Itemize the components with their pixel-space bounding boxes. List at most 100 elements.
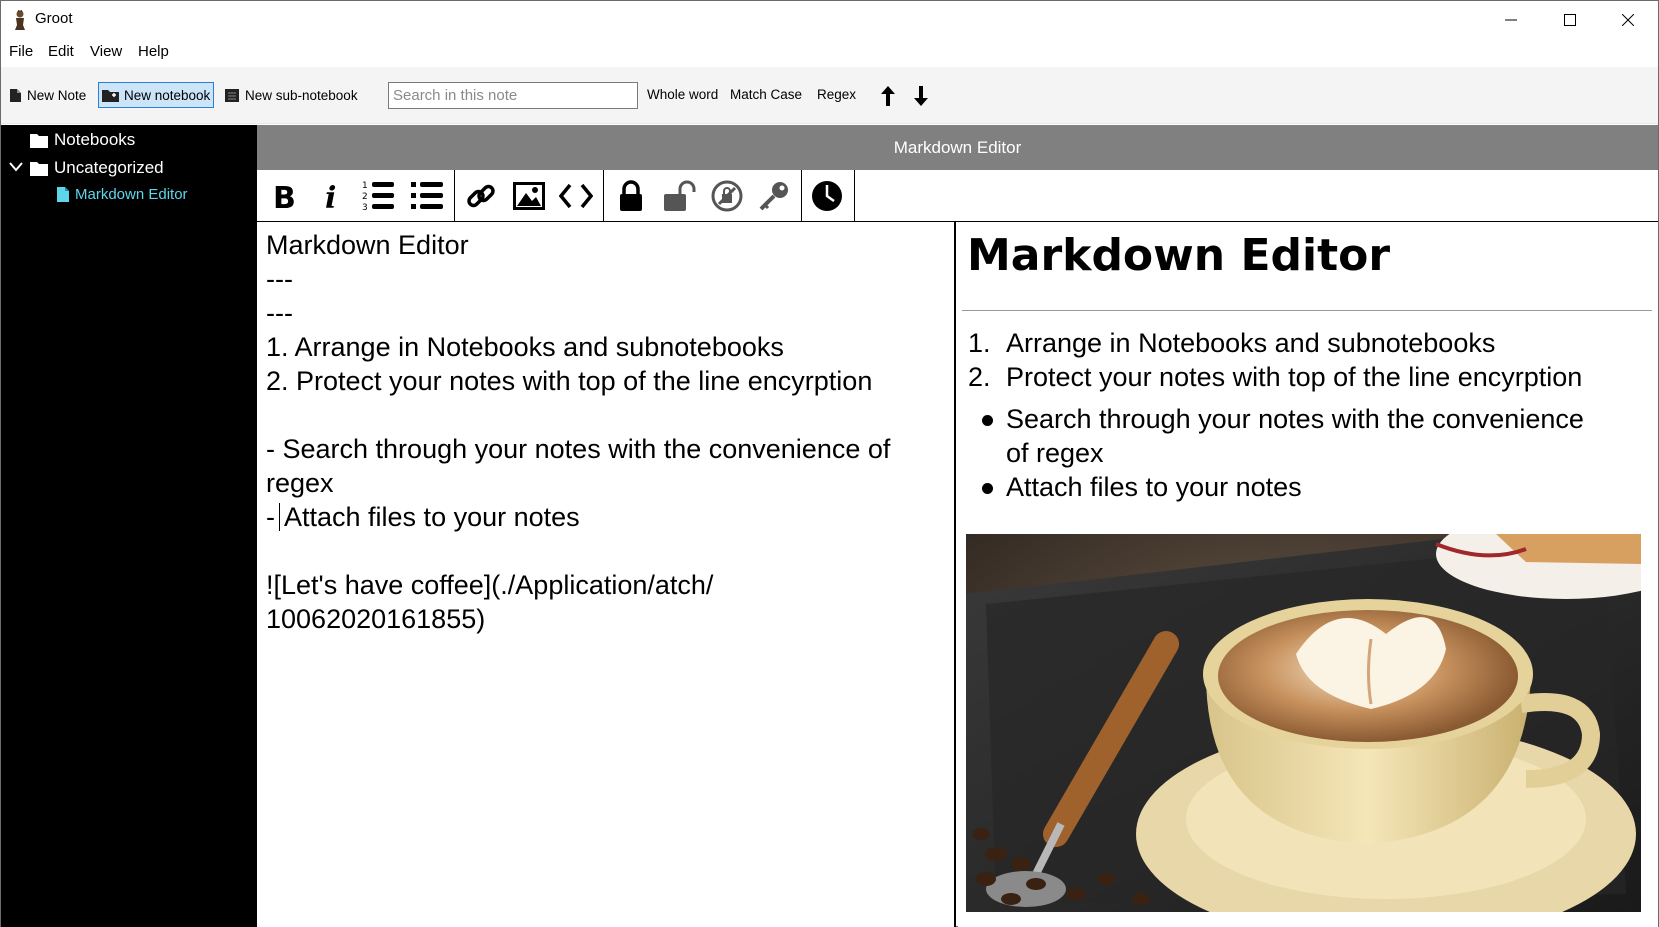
unlock-button[interactable]	[657, 176, 701, 216]
text-caret	[279, 503, 280, 531]
close-button[interactable]	[1599, 1, 1657, 39]
svg-text:2: 2	[362, 192, 368, 202]
bullet-list-button[interactable]	[405, 176, 449, 216]
svg-text:3: 3	[362, 203, 368, 213]
italic-icon: i	[325, 181, 336, 211]
toolbar-divider	[801, 170, 802, 221]
toolbar-divider	[854, 170, 855, 221]
folder-icon	[30, 161, 48, 176]
tree-item-label: Uncategorized	[54, 158, 164, 177]
svg-text:i: i	[325, 181, 336, 211]
groot-app-icon	[15, 10, 25, 30]
new-note-label: New Note	[27, 87, 87, 103]
maximize-button[interactable]	[1541, 1, 1599, 39]
bold-button[interactable]: B	[261, 176, 305, 216]
link-button[interactable]	[459, 176, 503, 216]
source-line: 1. Arrange in Notebooks and subnotebooks	[266, 332, 784, 362]
search-previous-button[interactable]	[877, 83, 899, 109]
menu-view[interactable]: View	[90, 43, 122, 60]
tree-item-notebooks[interactable]: Notebooks	[30, 130, 135, 150]
lock-icon	[620, 180, 642, 211]
key-icon	[759, 182, 788, 211]
menu-file[interactable]: File	[9, 43, 33, 60]
source-line: 2. Protect your notes with top of the li…	[266, 366, 873, 396]
folder-icon	[30, 133, 48, 148]
bullet-list-icon	[411, 182, 443, 209]
format-toolbar: B i 1 2 3	[257, 170, 1658, 222]
new-note-icon	[10, 88, 21, 102]
source-line: 10062020161855)	[266, 604, 486, 634]
tree-item-markdown-editor[interactable]: Markdown Editor	[57, 186, 188, 203]
new-notebook-label: New notebook	[124, 87, 211, 103]
preview-bullet-item: Search through your notes with the conve…	[968, 402, 1608, 470]
preview-bullet-list: Search through your notes with the conve…	[968, 402, 1608, 504]
source-line	[266, 534, 946, 568]
image-icon	[513, 182, 545, 210]
encrypt-button[interactable]	[609, 176, 653, 216]
bold-icon: B	[273, 181, 295, 211]
new-note-button[interactable]: New Note	[6, 82, 89, 108]
preview-ordered-text: Arrange in Notebooks and subnotebooks	[1006, 328, 1496, 358]
italic-button[interactable]: i	[310, 176, 354, 216]
source-line	[266, 398, 946, 432]
minimize-button[interactable]	[1482, 1, 1540, 39]
whole-word-toggle[interactable]: Whole word	[647, 87, 718, 102]
arrow-up-icon	[881, 86, 895, 106]
coffee-image	[966, 534, 1641, 912]
image-button[interactable]	[507, 176, 551, 216]
bullet-dot	[981, 483, 993, 494]
tree-item-label: Markdown Editor	[75, 186, 188, 203]
preview-ordered-text: Protect your notes with top of the line …	[1006, 362, 1583, 392]
link-icon	[467, 184, 495, 208]
new-sub-notebook-label: New sub-notebook	[245, 87, 358, 103]
source-line: ---	[266, 298, 293, 328]
source-line: ---	[266, 264, 293, 294]
tree-item-uncategorized[interactable]: Uncategorized	[30, 158, 164, 178]
search-input[interactable]	[388, 82, 638, 109]
key-button[interactable]	[752, 176, 796, 216]
regex-toggle[interactable]: Regex	[817, 87, 856, 102]
match-case-toggle[interactable]: Match Case	[730, 87, 802, 102]
source-line-rest: Attach files to your notes	[284, 502, 580, 532]
preview-bullet-item: Attach files to your notes	[968, 470, 1608, 504]
arrow-down-icon	[914, 86, 928, 106]
source-line-with-caret: - Attach files to your notes	[266, 502, 580, 532]
decrypt-icon	[711, 180, 743, 212]
bullet-dot	[981, 415, 993, 426]
toolbar-divider	[603, 170, 604, 221]
code-icon	[559, 183, 593, 209]
markdown-source-editor[interactable]: Markdown Editor --- --- 1. Arrange in Noteb…	[257, 222, 956, 927]
minimize-icon	[1505, 19, 1517, 21]
clock-icon	[812, 181, 842, 211]
numbered-list-button[interactable]: 1 2 3	[357, 176, 401, 216]
search-next-button[interactable]	[910, 83, 932, 109]
source-line: - Search through your notes with the con…	[266, 434, 898, 498]
new-sub-notebook-icon	[225, 88, 239, 102]
new-notebook-button[interactable]: New notebook	[98, 82, 215, 108]
note-title: Markdown Editor	[893, 137, 1022, 157]
numbered-list-icon: 1 2 3	[362, 181, 394, 213]
preview-horizontal-rule	[962, 310, 1652, 311]
new-notebook-icon	[102, 90, 119, 102]
preview-heading: Markdown Editor	[967, 230, 1391, 281]
preview-ordered-item: 2. Protect your notes with top of the lin…	[968, 362, 1583, 392]
chevron-down-icon[interactable]	[9, 162, 23, 172]
main-toolbar: New Note New notebook New sub-notebook W…	[1, 67, 1658, 124]
preview-ordered-list: 1. Arrange in Notebooks and subnotebooks …	[968, 326, 1582, 394]
new-sub-notebook-button[interactable]: New sub-notebook	[221, 82, 361, 108]
app-window: Groot File Edit View Help New Note New n…	[0, 0, 1659, 927]
menu-help[interactable]: Help	[138, 43, 169, 60]
decrypt-button[interactable]	[705, 176, 749, 216]
code-button[interactable]	[554, 176, 598, 216]
history-button[interactable]	[805, 176, 849, 216]
unlock-icon	[664, 180, 696, 211]
menu-edit[interactable]: Edit	[48, 43, 74, 60]
svg-text:B: B	[273, 181, 295, 211]
preview-bullet-text: Search through your notes with the conve…	[1006, 404, 1584, 468]
tree-item-label: Notebooks	[54, 130, 136, 149]
source-line: ![Let's have coffee](./Application/atch/	[266, 570, 714, 600]
svg-text:1: 1	[362, 181, 368, 191]
source-text[interactable]: Markdown Editor --- --- 1. Arrange in Noteb…	[266, 228, 946, 636]
notebook-tree: Notebooks Uncategorized Markdown Editor	[1, 125, 257, 927]
menu-bar: File Edit View Help	[1, 39, 1658, 67]
